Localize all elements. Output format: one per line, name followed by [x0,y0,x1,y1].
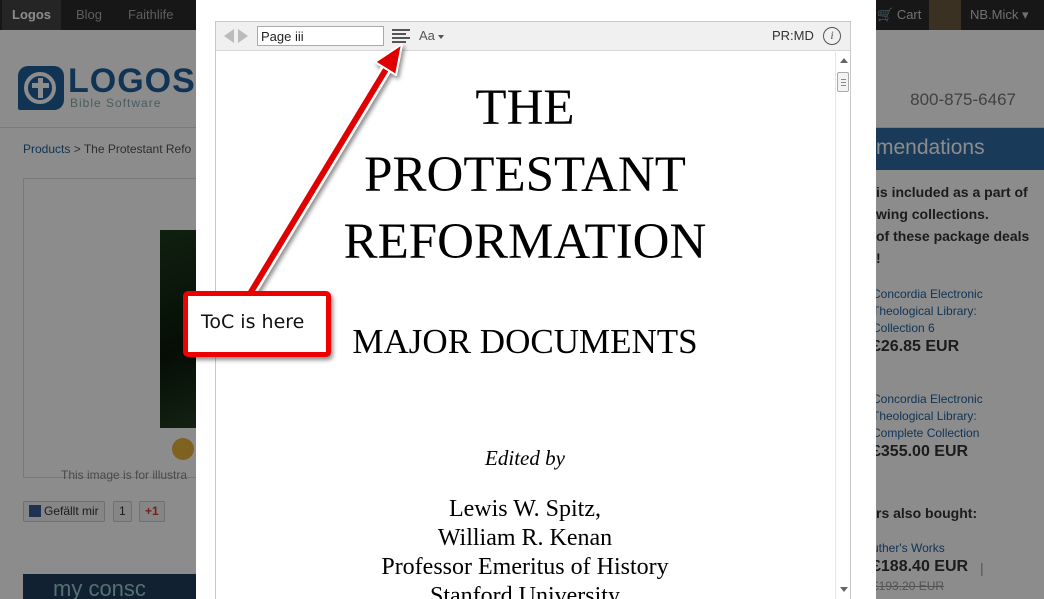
toc-callout: ToC is here [183,291,331,357]
annotation-arrow [245,43,403,298]
